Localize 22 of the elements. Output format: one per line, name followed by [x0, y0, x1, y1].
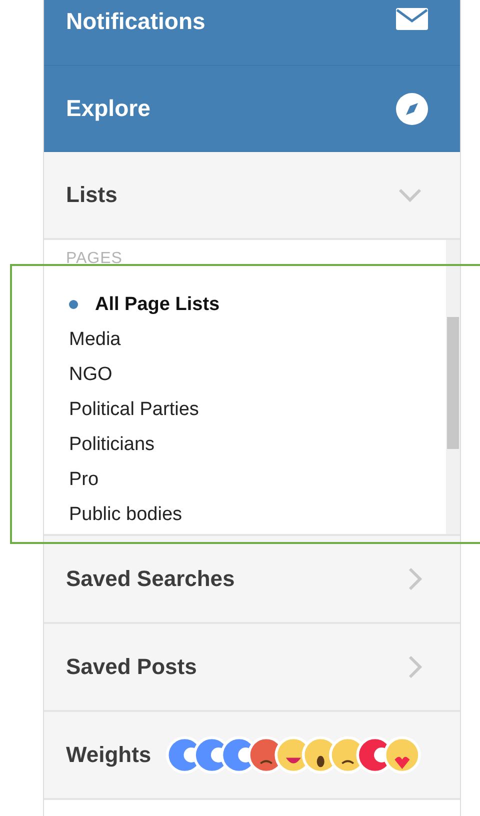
scrollbar[interactable] [446, 240, 460, 534]
list-item[interactable]: Political Parties [66, 392, 440, 427]
list-item[interactable]: NGO [66, 357, 440, 392]
chevron-down-icon [398, 188, 422, 202]
chevron-right-icon [408, 655, 422, 679]
list-item[interactable]: Pro [66, 462, 440, 497]
nav-item[interactable]: Explore [44, 66, 460, 152]
list-item[interactable]: Media [66, 322, 440, 357]
selected-dot-icon [69, 300, 78, 309]
section-header[interactable]: Saved Searches [44, 536, 460, 624]
group-label: PAGES [66, 249, 124, 268]
list-item[interactable]: Public bodies [66, 497, 440, 532]
scrollbar-thumb[interactable] [447, 317, 459, 449]
nav-item[interactable]: Notifications [44, 0, 460, 66]
envelope-icon [396, 8, 428, 30]
section-header[interactable]: Weights [44, 712, 460, 800]
chevron-right-icon [408, 567, 422, 591]
compass-icon [396, 92, 428, 124]
section-header[interactable]: Lists [44, 152, 460, 240]
section-header[interactable]: Saved Posts [44, 624, 460, 712]
list-item[interactable]: Politicians [66, 427, 440, 462]
list-item[interactable]: All Page Lists [66, 287, 440, 322]
